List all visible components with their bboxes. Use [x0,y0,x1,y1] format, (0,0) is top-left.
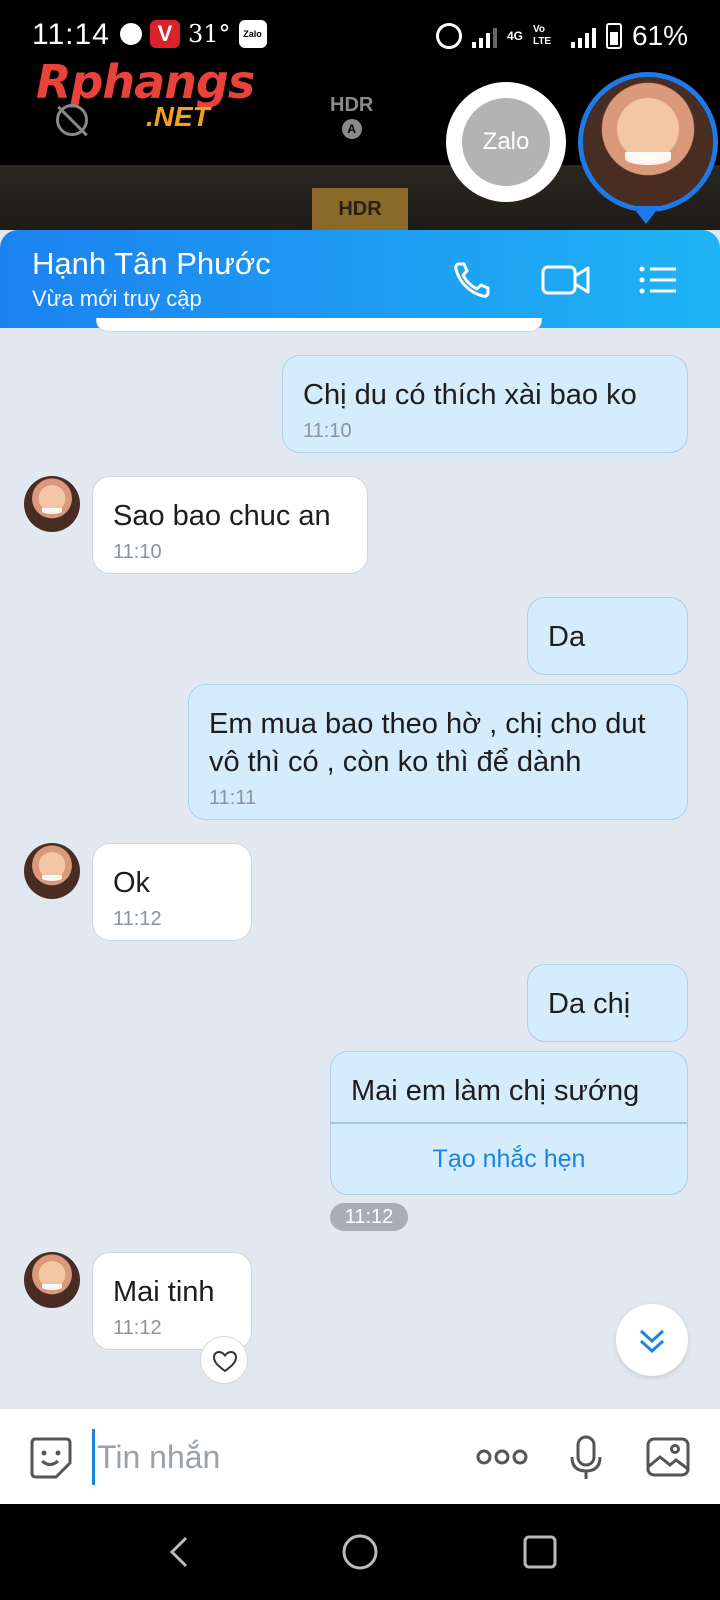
react-heart-button[interactable] [200,1336,248,1384]
previous-message-edge [96,318,542,332]
microphone-icon[interactable] [562,1433,610,1481]
create-reminder-button[interactable]: Tạo nhắc hẹn [331,1122,687,1192]
chat-head-avatar[interactable] [578,72,718,212]
timer-off-icon [56,104,88,136]
message-bubble-out[interactable]: Chị du có thích xài bao ko 11:10 [282,355,688,453]
conversation-header: Hạnh Tân Phước Vừa mới truy cập [0,230,720,328]
volte-label: Vo LTE [532,24,552,47]
message-text: Da chị [548,988,631,1020]
chat-head-pointer [632,206,660,224]
emoji-sticker-icon[interactable] [26,1433,74,1481]
message-bubble-out[interactable]: Da chị [527,964,688,1042]
avatar [583,77,713,207]
scroll-to-bottom-button[interactable] [616,1304,688,1376]
watermark-logo: Rphangs .NET [36,55,255,132]
message-text: Mai tinh [113,1276,215,1308]
message-bubble-in[interactable]: Ok 11:12 [92,843,252,941]
message-bubble-in[interactable]: Sao bao chuc an 11:10 [92,476,368,574]
zalo-notification-icon: Zalo [238,20,267,48]
time-divider: 11:12 [330,1203,408,1231]
recents-nav-icon[interactable] [520,1532,560,1572]
system-navigation-bar [0,1504,720,1600]
hdr-auto-badge: A [341,119,362,139]
message-time: 11:12 [113,908,162,930]
message-input[interactable] [92,1429,452,1485]
message-time: 11:10 [113,541,162,563]
message-text: Em mua bao theo hờ , chị cho dut vô thì … [209,708,646,778]
message-time: 11:10 [303,420,352,442]
hdr-button[interactable]: HDR [312,188,408,230]
signal-icon-2 [570,24,596,48]
chevron-double-down-icon [639,1329,665,1354]
phone-icon[interactable] [450,258,494,302]
zalo-logo-icon: Zalo [462,98,550,186]
signal-icon [471,24,497,48]
avatar[interactable] [24,843,80,899]
image-gallery-icon[interactable] [644,1433,692,1481]
message-text: Ok [113,867,151,899]
back-nav-icon[interactable] [160,1532,200,1572]
chat-notification-icon [120,23,142,45]
network-type-label: 4G [506,29,523,43]
battery-level: 61% [631,20,688,51]
avatar[interactable] [24,476,80,532]
contact-name[interactable]: Hạnh Tân Phước [32,246,271,282]
message-text: Da [548,621,586,653]
zalo-floating-bubble[interactable]: Zalo [446,82,566,202]
more-options-icon[interactable] [474,1433,530,1481]
avatar[interactable] [24,1252,80,1308]
status-time: 11:14 [32,18,110,51]
message-input-bar [0,1408,720,1504]
menu-list-icon[interactable] [636,258,680,302]
contact-status: Vừa mới truy cập [32,286,202,311]
message-bubble-out[interactable]: Em mua bao theo hờ , chị cho dut vô thì … [188,684,688,820]
hdr-auto-indicator: HDR A [330,94,373,139]
message-text: Chị du có thích xài bao ko [303,379,637,411]
alarm-icon [435,23,462,49]
home-nav-icon[interactable] [340,1532,380,1572]
message-bubble-out[interactable]: Da [527,597,688,675]
message-time: 11:11 [209,787,257,809]
heart-icon [212,1350,238,1373]
v-app-icon: V [150,20,180,48]
message-bubble-in[interactable]: Mai tinh 11:12 [92,1252,252,1350]
logo-net-text: .NET [146,101,210,132]
battery-icon [605,23,622,49]
system-status-icons: 4G Vo LTE 61% [435,20,688,52]
temperature-label: 31° [188,20,231,48]
video-call-icon[interactable] [540,258,592,302]
message-text: Mai em làm chị sướng [351,1075,640,1107]
message-text: Sao bao chuc an [113,500,331,532]
message-bubble-out[interactable]: Mai em làm chị sướng Tạo nhắc hẹn [330,1051,688,1195]
hdr-label: HDR [330,94,374,116]
notification-icons: V 31° Zalo [120,20,267,48]
